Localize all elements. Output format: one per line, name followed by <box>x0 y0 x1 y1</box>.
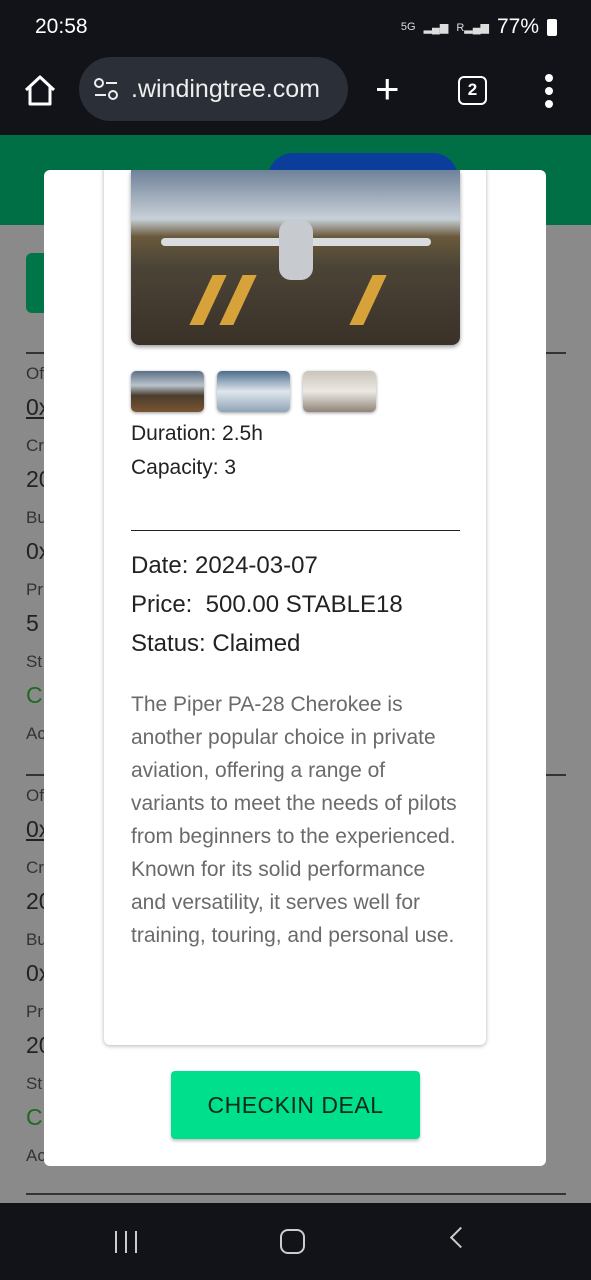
status-bar: 20:58 5G ▂▄▆ R▂▄▆ 77% <box>0 0 591 52</box>
home-icon[interactable] <box>22 72 58 108</box>
tab-switcher-button[interactable]: 2 <box>458 76 487 105</box>
signal-roaming-icon: R▂▄▆ <box>456 21 489 34</box>
duration-text: Duration: 2.5h <box>131 422 263 445</box>
system-icons: 5G ▂▄▆ R▂▄▆ 77% <box>401 15 557 39</box>
more-menu-icon[interactable] <box>545 74 555 113</box>
thumbnail-image[interactable] <box>131 371 204 412</box>
divider <box>131 530 460 531</box>
checkin-deal-button[interactable]: CHECKIN DEAL <box>171 1071 420 1139</box>
deal-card: Duration: 2.5h Capacity: 3 Date: 2024-03… <box>104 170 486 1045</box>
capacity-text: Capacity: 3 <box>131 456 237 479</box>
date-text: Date: 2024-03-07 <box>131 552 318 579</box>
deal-modal: Duration: 2.5h Capacity: 3 Date: 2024-03… <box>44 170 546 1166</box>
address-bar[interactable]: .windingtree.com <box>79 57 348 121</box>
image-thumbnails <box>131 371 376 412</box>
thumbnail-image[interactable] <box>217 371 290 412</box>
battery-level: 77% <box>496 15 539 38</box>
price-text: Price: 500.00 STABLE18 <box>131 591 403 618</box>
navigation-bar <box>0 1203 591 1280</box>
recent-apps-icon[interactable] <box>115 1231 137 1253</box>
site-settings-icon[interactable] <box>93 77 119 101</box>
thumbnail-image[interactable] <box>303 371 376 412</box>
network-type-icon: 5G <box>400 21 416 33</box>
home-button-icon[interactable] <box>280 1229 305 1254</box>
battery-icon <box>547 18 557 36</box>
status-text: Status: Claimed <box>131 630 301 657</box>
divider <box>26 1193 566 1195</box>
url-text: .windingtree.com <box>131 74 320 103</box>
browser-toolbar: .windingtree.com + 2 <box>0 52 591 135</box>
clock: 20:58 <box>35 15 88 38</box>
main-aircraft-image <box>131 170 460 345</box>
back-icon[interactable] <box>449 1226 472 1249</box>
description-text: The Piper PA-28 Cherokee is another popu… <box>131 693 457 947</box>
new-tab-icon[interactable]: + <box>375 65 400 113</box>
signal-icon: ▂▄▆ <box>423 21 449 34</box>
